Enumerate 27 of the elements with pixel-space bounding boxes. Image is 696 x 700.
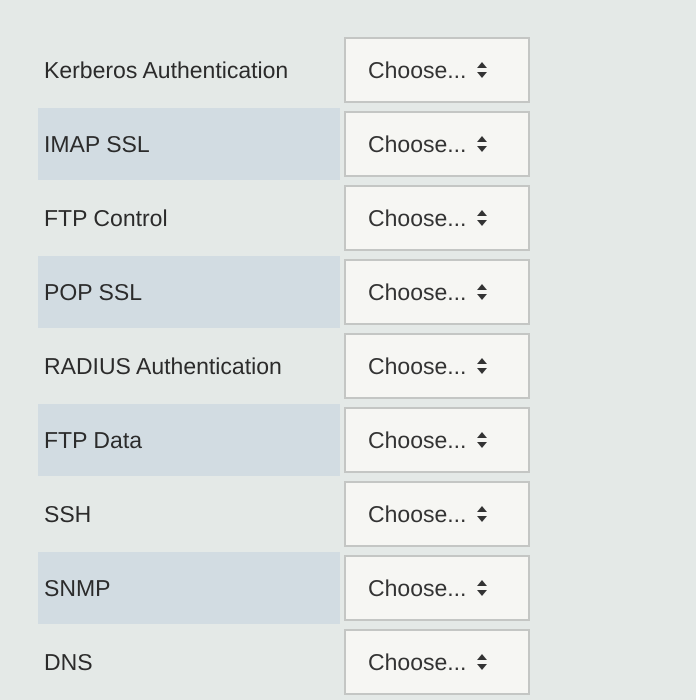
up-down-caret-icon (476, 283, 488, 301)
up-down-caret-icon (476, 505, 488, 523)
up-down-caret-icon (476, 579, 488, 597)
shaded-label-cell: IMAP SSL (38, 108, 340, 180)
up-down-caret-icon (476, 431, 488, 449)
shaded-label-cell: FTP Data (38, 404, 340, 476)
shaded-label-cell: SNMP (38, 552, 340, 624)
shaded-label-cell: POP SSL (38, 256, 340, 328)
choose-select[interactable]: Choose... (344, 407, 530, 473)
up-down-caret-icon (476, 61, 488, 79)
up-down-caret-icon (476, 209, 488, 227)
up-down-caret-icon (476, 357, 488, 375)
label-cell-text: Kerberos Authentication (43, 56, 290, 85)
choose-select[interactable]: Choose... (344, 37, 530, 103)
label-cell-text: SSH (43, 500, 92, 529)
choose-select[interactable]: Choose... (344, 555, 530, 621)
up-down-caret-icon (476, 653, 488, 671)
label-cell-text: DNS (43, 648, 94, 677)
choose-select[interactable]: Choose... (344, 259, 530, 325)
label-cell-text: RADIUS Authentication (43, 352, 283, 381)
label-cell-text: FTP Control (43, 204, 169, 233)
choose-select[interactable]: Choose... (344, 629, 530, 695)
choose-select[interactable]: Choose... (344, 185, 530, 251)
choose-select[interactable]: Choose... (344, 111, 530, 177)
up-down-caret-icon (476, 135, 488, 153)
choose-select[interactable]: Choose... (344, 481, 530, 547)
choose-select[interactable]: Choose... (344, 333, 530, 399)
